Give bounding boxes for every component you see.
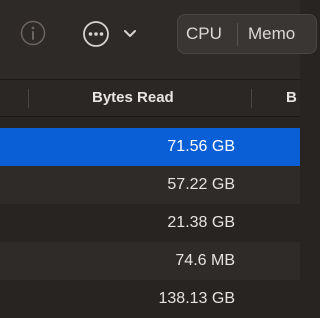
info-button[interactable] bbox=[20, 20, 46, 46]
column-divider[interactable] bbox=[251, 89, 252, 108]
column-header-bytes-read[interactable]: Bytes Read bbox=[92, 80, 174, 116]
bytes-read-cell: 21.38 GB bbox=[167, 214, 235, 231]
info-icon bbox=[20, 20, 46, 50]
chevron-down-icon bbox=[123, 27, 137, 45]
table-header: Bytes Read B bbox=[0, 79, 300, 117]
tab-cpu[interactable]: CPU bbox=[186, 15, 236, 53]
table-row[interactable]: 71.56 GB bbox=[0, 128, 300, 166]
table-row[interactable]: 21.38 GB bbox=[0, 204, 300, 242]
table-row[interactable]: 138.13 GB bbox=[0, 280, 300, 318]
column-divider[interactable] bbox=[28, 89, 29, 108]
bytes-read-cell: 57.22 GB bbox=[167, 176, 235, 193]
tab-memory[interactable]: Memo bbox=[248, 15, 320, 53]
ellipsis-circle-icon bbox=[82, 20, 110, 53]
segment-divider bbox=[237, 23, 238, 46]
bytes-read-cell: 74.6 MB bbox=[175, 252, 235, 269]
more-actions-button[interactable] bbox=[82, 19, 140, 49]
view-segmented-control: CPU Memo bbox=[177, 14, 317, 54]
table-row[interactable]: 74.6 MB bbox=[0, 242, 300, 280]
table-row[interactable]: 57.22 GB bbox=[0, 166, 300, 204]
column-header-bytes-written[interactable]: B bbox=[286, 80, 297, 116]
bytes-read-cell: 138.13 GB bbox=[158, 290, 236, 307]
toolbar: CPU Memo bbox=[0, 0, 317, 79]
bytes-read-cell: 71.56 GB bbox=[167, 138, 235, 155]
